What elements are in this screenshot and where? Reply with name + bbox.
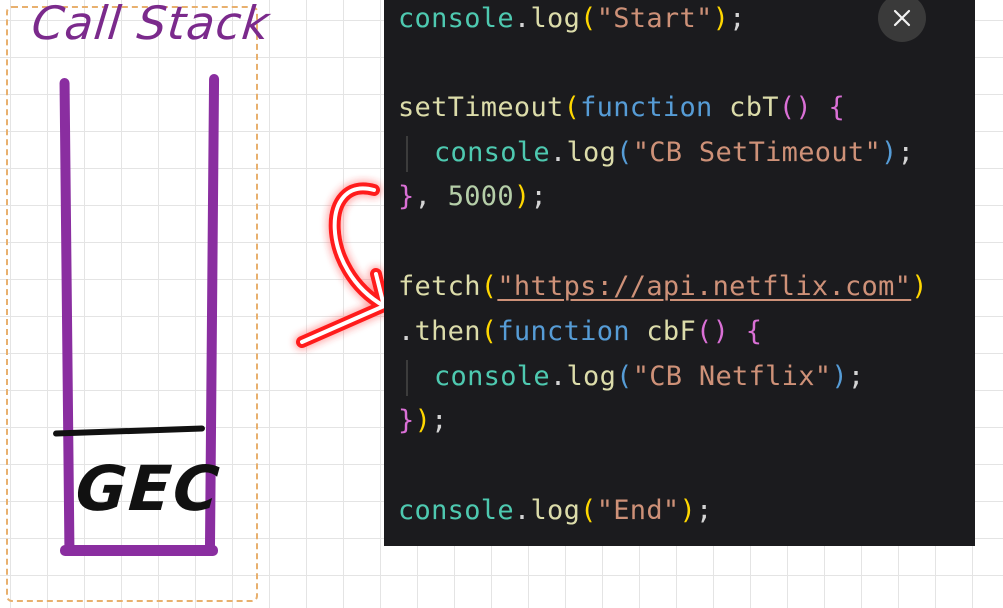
token-paren: ( — [580, 495, 597, 526]
token-punct: . — [549, 361, 567, 392]
token-function: cbT — [712, 92, 779, 123]
token-paren: ) — [911, 271, 928, 302]
token-paren: ( — [580, 3, 597, 34]
token-punct: , — [414, 181, 448, 212]
code-line-7: console.log("CB Netflix"); — [434, 360, 864, 394]
indent-guide — [406, 360, 408, 396]
token-punct: ; — [847, 361, 865, 392]
token-keyword: function — [497, 316, 630, 347]
code-line-9: console.log("End"); — [398, 494, 713, 528]
token-punct: . — [398, 316, 415, 347]
token-paren: ( — [480, 316, 498, 347]
token-function: then — [414, 316, 481, 347]
code-line-6: .then(function cbF() { — [398, 315, 762, 349]
token-brace: { — [729, 316, 763, 347]
token-paren: ( — [480, 271, 498, 302]
token-object: console — [434, 361, 550, 392]
code-panel: console.log("Start"); setTimeout(functio… — [384, 0, 975, 546]
token-url-string: "https://api.netflix.com" — [497, 271, 912, 302]
token-string: "End" — [596, 495, 680, 526]
token-number: 5000 — [447, 181, 514, 212]
token-punct: ; — [530, 181, 548, 212]
gec-frame-label: GEC — [73, 452, 224, 525]
token-string: "CB Netflix" — [632, 361, 832, 392]
token-function: setTimeout — [398, 92, 564, 123]
token-paren: ) — [414, 405, 432, 436]
code-line-1: console.log("Start"); — [398, 2, 746, 36]
indent-guide — [406, 136, 408, 172]
code-line-4: }, 5000); — [398, 180, 547, 214]
token-function: log — [566, 361, 617, 392]
call-stack-title: Call Stack — [29, 0, 273, 50]
token-string: "CB SetTimeout" — [632, 137, 882, 168]
token-paren: ( — [563, 92, 581, 123]
token-object: console — [398, 495, 514, 526]
token-punct: . — [513, 495, 531, 526]
token-function: log — [530, 3, 581, 34]
code-line-8: }); — [398, 404, 448, 438]
token-brace: { — [811, 92, 846, 123]
code-line-3: console.log("CB SetTimeout"); — [434, 136, 914, 170]
token-paren: () — [778, 92, 812, 123]
token-paren: ) — [679, 495, 697, 526]
code-line-2: setTimeout(function cbT() { — [398, 91, 845, 125]
token-brace: } — [398, 405, 415, 436]
token-paren: ) — [712, 3, 730, 34]
token-function: log — [530, 495, 581, 526]
stack-floor — [60, 545, 218, 556]
token-brace: } — [398, 181, 415, 212]
token-function: log — [566, 137, 617, 168]
token-paren: ) — [881, 137, 898, 168]
token-punct: ; — [729, 3, 746, 34]
token-object: console — [434, 137, 550, 168]
token-paren: ) — [513, 181, 531, 212]
token-punct: ; — [696, 495, 713, 526]
token-function: fetch — [398, 271, 481, 302]
token-string: "Start" — [596, 3, 713, 34]
token-object: console — [398, 3, 514, 34]
token-punct: ; — [897, 137, 915, 168]
token-paren: () — [696, 316, 730, 347]
token-paren: ) — [831, 361, 848, 392]
token-punct: ; — [431, 405, 448, 436]
token-keyword: function — [580, 92, 713, 123]
close-icon — [893, 9, 911, 27]
token-function: cbF — [629, 316, 697, 347]
token-paren: ( — [616, 361, 633, 392]
token-punct: . — [549, 137, 567, 168]
code-line-5: fetch("https://api.netflix.com") — [398, 270, 928, 304]
token-paren: ( — [616, 137, 633, 168]
token-punct: . — [513, 3, 531, 34]
